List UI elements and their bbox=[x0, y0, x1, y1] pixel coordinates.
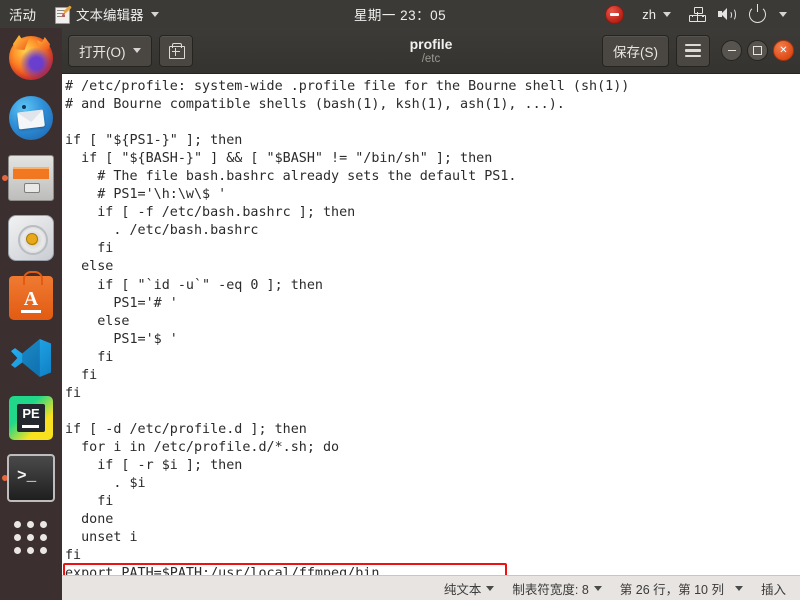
text-editor-icon bbox=[54, 4, 72, 24]
text-editor-window: 打开(O) profile /etc 保存(S) ✕ # /etc/profil… bbox=[62, 28, 800, 600]
power-icon bbox=[749, 3, 766, 23]
save-as-document-icon bbox=[168, 42, 185, 59]
file-type-selector[interactable]: 纯文本 bbox=[444, 579, 495, 598]
dock-item-vscode[interactable] bbox=[0, 328, 62, 388]
pycharm-edu-icon: PE bbox=[9, 396, 53, 440]
terminal-icon: >_ bbox=[7, 454, 55, 502]
do-not-disturb-icon bbox=[605, 4, 625, 24]
open-button-label: 打开(O) bbox=[79, 44, 126, 60]
window-controls: ✕ bbox=[721, 40, 794, 61]
dock-item-thunderbird[interactable] bbox=[0, 88, 62, 148]
top-panel-right: zh bbox=[596, 0, 796, 28]
top-panel-left: 活动 文本编辑器 bbox=[0, 0, 168, 28]
maximize-button[interactable] bbox=[747, 40, 768, 61]
minimize-button[interactable] bbox=[721, 40, 742, 61]
dock-item-files[interactable] bbox=[0, 148, 62, 208]
headerbar-right: 保存(S) ✕ bbox=[602, 28, 794, 73]
status-bar: 纯文本 制表符宽度: 8 第 26 行，第 10 列 插入 bbox=[62, 575, 800, 600]
dock-item-firefox[interactable] bbox=[0, 28, 62, 88]
new-document-button[interactable] bbox=[158, 34, 193, 67]
software-letter: A bbox=[23, 288, 39, 310]
dock-item-pycharm-edu[interactable]: PE bbox=[0, 388, 62, 448]
language-indicator[interactable]: zh bbox=[633, 0, 680, 28]
save-button-label: 保存(S) bbox=[613, 44, 658, 60]
dock-item-ubuntu-software[interactable]: A bbox=[0, 268, 62, 328]
menu-button[interactable] bbox=[676, 34, 710, 67]
app-menu-button[interactable]: 文本编辑器 bbox=[45, 0, 168, 28]
close-button[interactable]: ✕ bbox=[773, 40, 794, 61]
vscode-icon bbox=[9, 336, 53, 380]
do-not-disturb-indicator[interactable] bbox=[596, 0, 633, 28]
desktop-screen: 活动 文本编辑器 星期一 23：05 zh A PE >_ 打开(O) prof… bbox=[0, 0, 800, 600]
files-icon bbox=[8, 155, 54, 201]
ubuntu-software-icon: A bbox=[9, 271, 53, 320]
app-menu-label: 文本编辑器 bbox=[76, 8, 144, 23]
system-status-menu[interactable] bbox=[680, 0, 796, 28]
dock-item-show-applications[interactable] bbox=[0, 508, 62, 568]
chevron-down-icon bbox=[593, 585, 602, 591]
hamburger-menu-icon bbox=[685, 44, 701, 57]
activities-label: 活动 bbox=[9, 8, 36, 23]
cursor-position-label: 第 26 行，第 10 列 bbox=[619, 582, 724, 597]
clock-button[interactable]: 星期一 23：05 bbox=[345, 4, 455, 24]
tab-width-label: 制表符宽度: 8 bbox=[512, 582, 589, 597]
window-headerbar: 打开(O) profile /etc 保存(S) ✕ bbox=[62, 28, 800, 74]
minimize-icon bbox=[727, 49, 736, 52]
file-type-label: 纯文本 bbox=[443, 582, 482, 597]
pycharm-label: PE bbox=[22, 406, 40, 421]
tab-width-selector[interactable]: 制表符宽度: 8 bbox=[512, 579, 602, 598]
wired-network-icon bbox=[689, 6, 706, 22]
insert-mode-label: 插入 bbox=[760, 582, 786, 597]
save-button[interactable]: 保存(S) bbox=[602, 34, 669, 67]
close-icon: ✕ bbox=[779, 44, 788, 56]
open-button[interactable]: 打开(O) bbox=[68, 34, 152, 67]
firefox-icon bbox=[9, 36, 53, 80]
maximize-icon bbox=[753, 46, 762, 55]
volume-icon bbox=[718, 7, 736, 22]
apps-grid-icon bbox=[14, 521, 48, 555]
rhythmbox-icon bbox=[8, 215, 54, 261]
dock: A PE >_ bbox=[0, 28, 62, 600]
headerbar-left: 打开(O) bbox=[68, 34, 193, 67]
activities-button[interactable]: 活动 bbox=[0, 0, 45, 28]
chevron-down-icon bbox=[486, 585, 495, 591]
chevron-down-icon bbox=[663, 11, 671, 17]
language-label: zh bbox=[642, 6, 656, 22]
chevron-down-icon bbox=[132, 48, 141, 53]
dock-item-terminal[interactable]: >_ bbox=[0, 448, 62, 508]
editor-content[interactable]: # /etc/profile: system-wide .profile fil… bbox=[62, 74, 800, 575]
chevron-down-icon bbox=[734, 585, 743, 591]
top-panel: 活动 文本编辑器 星期一 23：05 zh bbox=[0, 0, 800, 28]
insert-mode-indicator[interactable]: 插入 bbox=[761, 579, 786, 598]
dock-item-rhythmbox[interactable] bbox=[0, 208, 62, 268]
terminal-prompt-glyph: >_ bbox=[17, 467, 37, 485]
editor-text-area[interactable]: # /etc/profile: system-wide .profile fil… bbox=[62, 74, 800, 575]
chevron-down-icon bbox=[150, 11, 159, 17]
thunderbird-icon bbox=[9, 96, 53, 140]
cursor-position-selector[interactable]: 第 26 行，第 10 列 bbox=[620, 579, 743, 598]
clock-label: 星期一 23：05 bbox=[353, 8, 447, 23]
chevron-down-icon bbox=[779, 11, 787, 17]
